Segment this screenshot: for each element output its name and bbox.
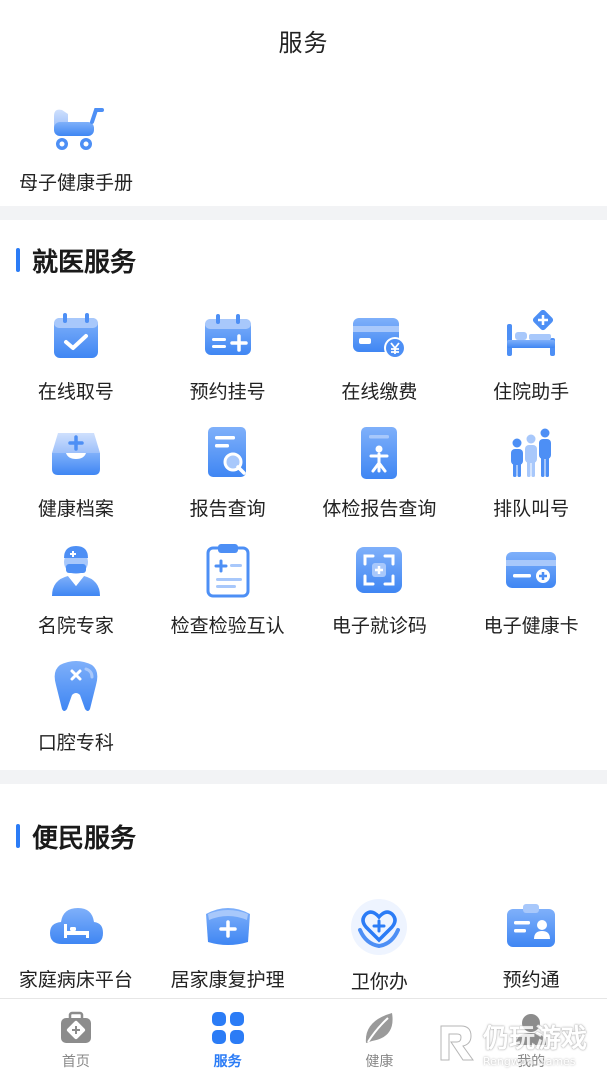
maternal-child-handbook[interactable]: 母子健康手册 (12, 98, 140, 195)
tab-mine[interactable]: 我的 (455, 999, 607, 1080)
report-search-icon (198, 423, 258, 483)
card-yuan-icon (349, 306, 409, 366)
section-accent-bar (16, 824, 20, 848)
service-label: 报告查询 (189, 498, 266, 520)
service-label: 排队叫号 (493, 498, 570, 520)
stroller-icon (46, 98, 106, 158)
service-appointment[interactable]: 预约挂号 (152, 300, 304, 417)
grid-icon (209, 1009, 247, 1047)
calendar-check-icon (46, 306, 106, 366)
section-title: 就医服务 (32, 247, 137, 278)
service-online-payment[interactable]: 在线缴费 (304, 300, 456, 417)
service-dental[interactable]: 口腔专科 (0, 651, 152, 768)
service-checkup-report[interactable]: 体检报告查询 (304, 417, 456, 534)
checkup-report-icon (349, 423, 409, 483)
section-title: 便民服务 (32, 823, 137, 854)
service-label: 卫你办 (350, 971, 408, 993)
heart-hands-icon (349, 898, 409, 956)
doctor-icon (46, 540, 106, 600)
tab-label: 服务 (213, 1054, 242, 1070)
tooth-icon (46, 657, 106, 717)
service-label: 体检报告查询 (322, 498, 437, 520)
hospital-bed-icon (501, 306, 561, 366)
service-e-health-card[interactable]: 电子健康卡 (455, 534, 607, 651)
service-family-bed[interactable]: 家庭病床平台 (0, 888, 152, 992)
tab-home[interactable]: 首页 (0, 999, 152, 1080)
service-label: 预约挂号 (189, 381, 266, 403)
service-health-records[interactable]: 健康档案 (0, 417, 152, 534)
nurse-cap-icon (198, 898, 258, 954)
id-badge-icon (501, 898, 561, 954)
service-mutual-recognition[interactable]: 检查检验互认 (152, 534, 304, 651)
leaf-icon (360, 1009, 398, 1047)
tab-health[interactable]: 健康 (304, 999, 456, 1080)
health-card-icon (501, 540, 561, 600)
header: 服务 (0, 0, 607, 80)
service-label: 居家康复护理 (170, 969, 285, 991)
service-label: 电子健康卡 (483, 615, 579, 637)
calendar-add-icon (198, 306, 258, 366)
service-online-ticket[interactable]: 在线取号 (0, 300, 152, 417)
tray-add-icon (46, 423, 106, 483)
cloud-bed-icon (46, 898, 106, 954)
medkit-icon (57, 1009, 95, 1047)
service-label: 住院助手 (493, 381, 570, 403)
tab-label: 健康 (365, 1054, 394, 1070)
service-label: 检查检验互认 (170, 615, 285, 637)
featured-label: 母子健康手册 (18, 172, 133, 194)
service-queue[interactable]: 排队叫号 (455, 417, 607, 534)
service-label: 在线取号 (37, 381, 114, 403)
service-label: 家庭病床平台 (18, 969, 133, 991)
service-wei-ni-ban[interactable]: 卫你办 (304, 888, 456, 993)
service-experts[interactable]: 名院专家 (0, 534, 152, 651)
service-label: 在线缴费 (341, 381, 418, 403)
user-icon (512, 1009, 550, 1047)
section-divider (0, 770, 607, 784)
service-label: 电子就诊码 (331, 615, 427, 637)
medical-services-section: 就医服务 在线取号 预约挂号 在线缴费 住院助手 健康档案 报告查询 体检报告查… (0, 220, 607, 768)
service-label: 预约通 (502, 969, 560, 991)
service-home-rehab[interactable]: 居家康复护理 (152, 888, 304, 992)
service-inpatient-assistant[interactable]: 住院助手 (455, 300, 607, 417)
featured-section: 母子健康手册 (0, 80, 607, 206)
queue-people-icon (501, 423, 561, 483)
tab-label: 首页 (61, 1054, 90, 1070)
page-title: 服务 (278, 28, 329, 57)
service-label: 名院专家 (37, 615, 114, 637)
service-e-visit-code[interactable]: 电子就诊码 (304, 534, 456, 651)
scan-code-icon (349, 540, 409, 600)
bottom-tab-bar: 首页 服务 健康 我的 (0, 998, 607, 1080)
tab-services[interactable]: 服务 (152, 999, 304, 1080)
service-appointment-pass[interactable]: 预约通 (455, 888, 607, 992)
tab-label: 我的 (517, 1054, 546, 1070)
convenience-services-section: 便民服务 家庭病床平台 居家康复护理 卫你办 预约通 (0, 784, 607, 993)
service-label: 健康档案 (37, 498, 114, 520)
service-report-query[interactable]: 报告查询 (152, 417, 304, 534)
section-accent-bar (16, 248, 20, 272)
clipboard-icon (198, 540, 258, 600)
service-label: 口腔专科 (37, 732, 114, 754)
section-divider (0, 206, 607, 220)
